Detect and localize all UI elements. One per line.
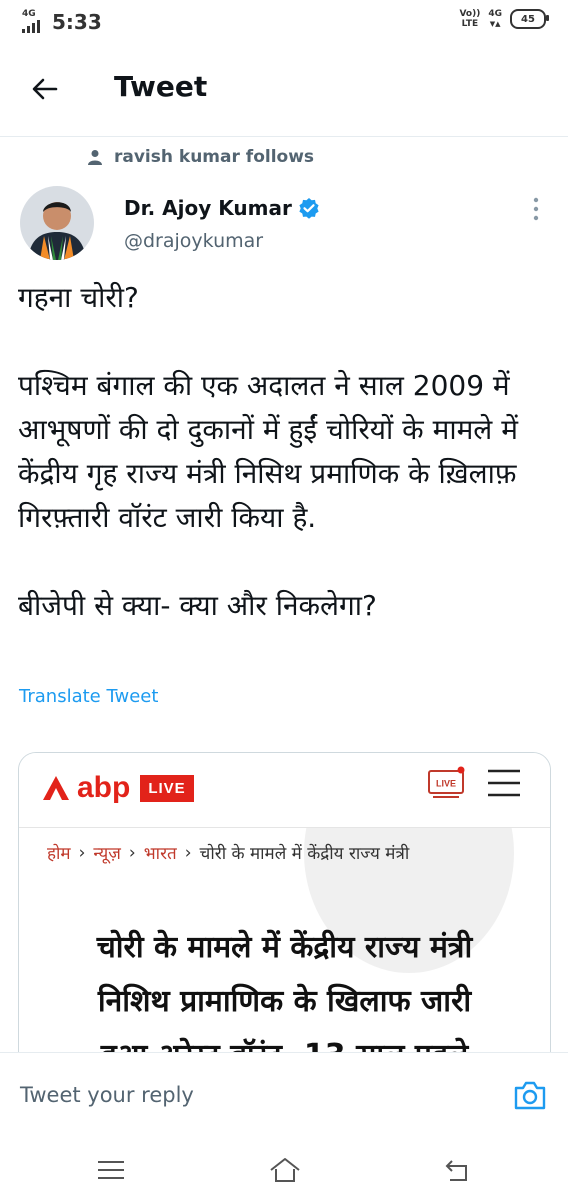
- network-type: 4G: [22, 9, 36, 19]
- live-badge: LIVE: [140, 774, 194, 802]
- reply-input[interactable]: Tweet your reply: [20, 1083, 194, 1107]
- status-right: Vo)) LTE 4G ▼▲ 45: [459, 9, 549, 29]
- social-context[interactable]: ravish kumar follows: [88, 147, 314, 167]
- clock: 5:33: [52, 10, 102, 34]
- battery-icon: 45: [510, 9, 549, 29]
- author-handle: @drajoykumar: [124, 230, 264, 252]
- chevron-right-icon: ›: [128, 842, 136, 863]
- person-icon: [88, 150, 102, 165]
- reply-bar: Tweet your reply: [0, 1052, 568, 1143]
- hamburger-menu-icon[interactable]: [484, 768, 524, 798]
- app-header: Tweet: [0, 44, 568, 137]
- abp-logo: abp LIVE: [41, 771, 194, 805]
- volte-indicator: Vo)) LTE: [459, 9, 481, 29]
- camera-icon[interactable]: [512, 1077, 548, 1113]
- chevron-right-icon: ›: [184, 842, 192, 863]
- verified-badge-icon: [299, 198, 319, 219]
- back-arrow-icon[interactable]: [30, 74, 60, 104]
- signal-icon: 4G: [22, 9, 44, 33]
- avatar[interactable]: [20, 186, 94, 260]
- breadcrumb: होम › न्यूज़ › भारत › चोरी के मामले में …: [47, 841, 410, 865]
- divider: [19, 827, 550, 828]
- tweet-paragraph: पश्चिम बंगाल की एक अदालत ने साल 2009 में…: [18, 369, 518, 534]
- breadcrumb-item: होम: [47, 844, 71, 864]
- status-left: 4G 5:33: [22, 9, 102, 34]
- battery-level: 45: [521, 13, 535, 25]
- media-card[interactable]: abp LIVE LIVE होम › न्यूज़ › भारत › चोरी…: [18, 752, 551, 1084]
- translate-tweet-link[interactable]: Translate Tweet: [19, 686, 158, 707]
- social-context-label: ravish kumar follows: [114, 147, 315, 167]
- tweet-paragraph: बीजेपी से क्या- क्या और निकलेगा?: [18, 589, 377, 622]
- tweet-text: गहना चोरी? पश्चिम बंगाल की एक अदालत ने स…: [18, 276, 558, 628]
- headline-line: चोरी के मामले में केंद्रीय राज्य मंत्री: [96, 930, 473, 965]
- tv-live-label: LIVE: [436, 779, 456, 789]
- breadcrumb-item: भारत: [143, 844, 177, 864]
- system-back-icon[interactable]: [442, 1156, 472, 1184]
- live-tv-icon[interactable]: LIVE: [427, 765, 467, 799]
- tweet-paragraph: गहना चोरी?: [18, 281, 139, 314]
- mobile-data-icon: 4G ▼▲: [488, 9, 502, 28]
- chevron-right-icon: ›: [78, 842, 86, 863]
- abp-triangle-icon: [43, 776, 69, 800]
- breadcrumb-item: न्यूज़: [93, 844, 121, 864]
- author-name[interactable]: Dr. Ajoy Kumar: [124, 196, 320, 220]
- home-icon[interactable]: [268, 1156, 302, 1184]
- recent-apps-icon[interactable]: [96, 1158, 126, 1182]
- more-options-icon[interactable]: [530, 196, 542, 222]
- page-title: Tweet: [114, 70, 208, 103]
- breadcrumb-item: चोरी के मामले में केंद्रीय राज्य मंत्री: [199, 844, 410, 864]
- headline-line: निशिथ प्रामाणिक के खिलाफ जारी: [97, 984, 472, 1019]
- status-bar: 4G 5:33 Vo)) LTE 4G ▼▲ 45: [0, 0, 568, 44]
- card-site-header: abp LIVE LIVE: [19, 753, 550, 827]
- author-name-label: Dr. Ajoy Kumar: [124, 196, 292, 220]
- system-nav-bar: [0, 1142, 568, 1200]
- abp-brand: abp: [77, 771, 131, 804]
